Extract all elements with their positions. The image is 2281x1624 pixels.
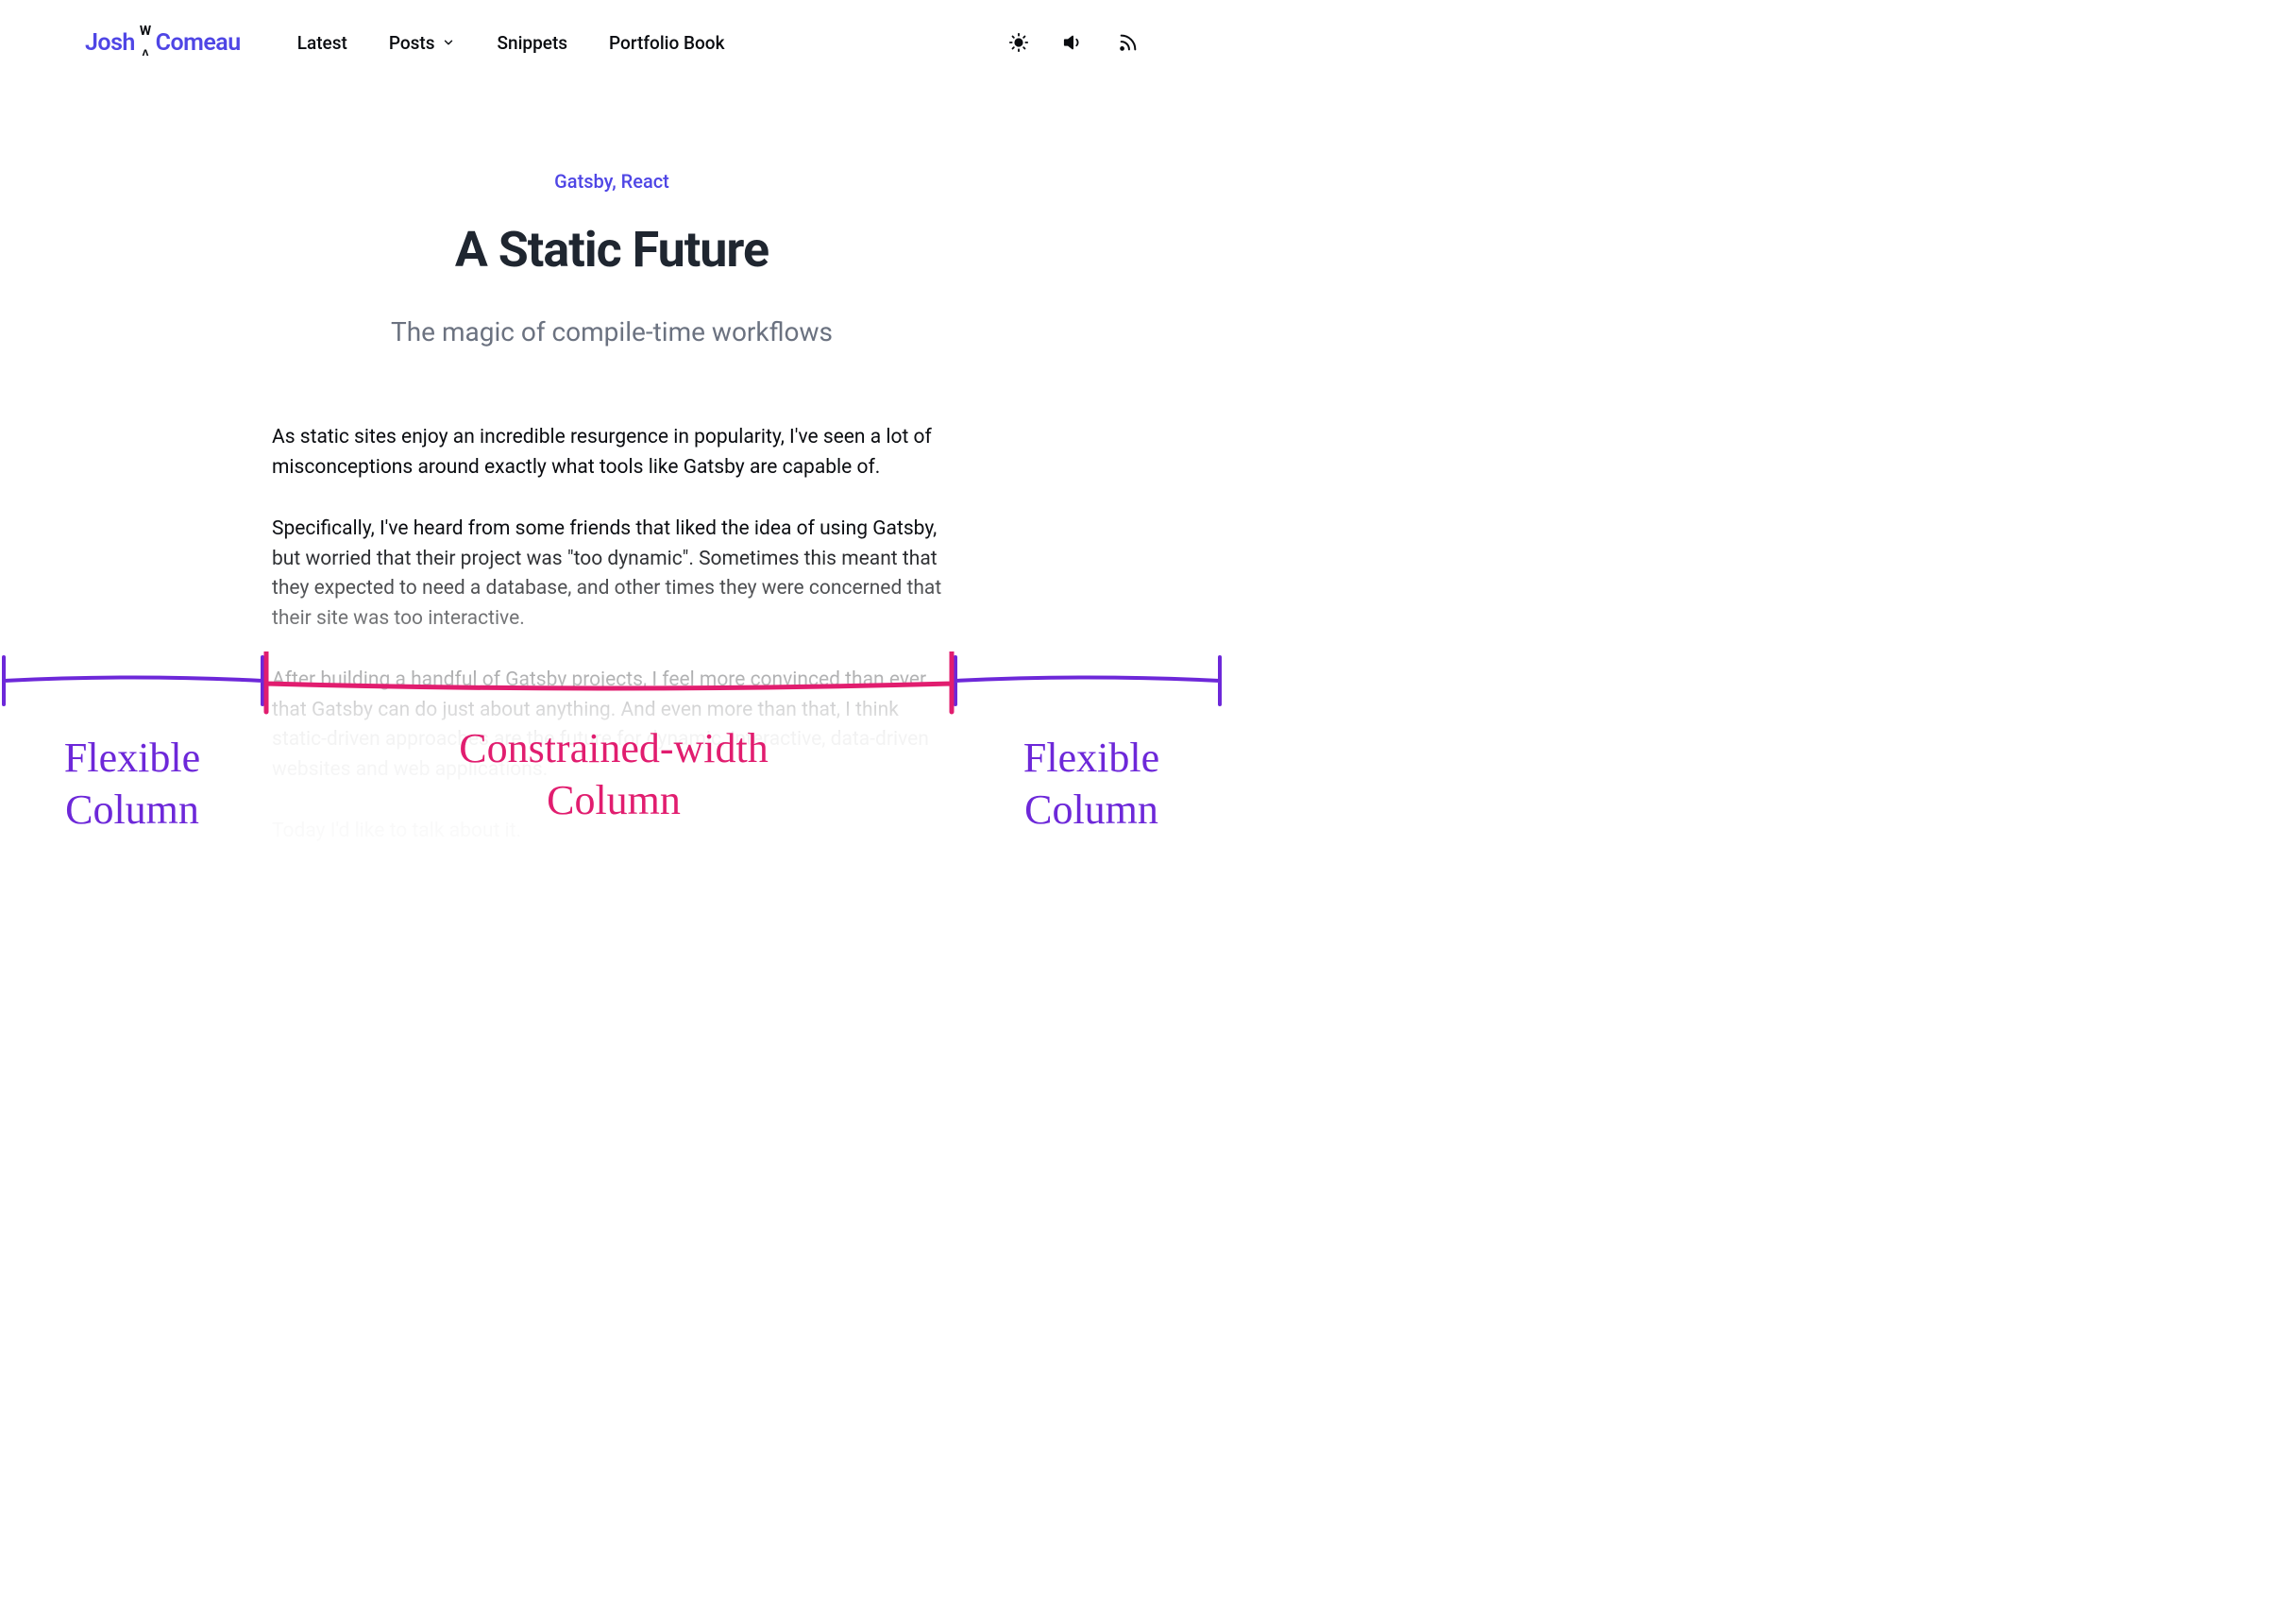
logo-first: Josh <box>85 29 135 57</box>
nav-posts[interactable]: Posts <box>389 32 456 54</box>
article-body: As static sites enjoy an incredible resu… <box>272 423 952 847</box>
logo-glyph: W ʌ <box>140 25 151 47</box>
nav-snippets[interactable]: Snippets <box>497 32 567 54</box>
paragraph: After building a handful of Gatsby proje… <box>272 666 952 785</box>
nav-posts-label: Posts <box>389 32 435 54</box>
primary-nav: Latest Posts Snippets Portfolio Book <box>297 32 725 54</box>
logo-last: Comeau <box>156 29 241 57</box>
article-categories[interactable]: Gatsby, React <box>0 170 1224 193</box>
article-title: A Static Future <box>0 221 1224 279</box>
site-logo[interactable]: Josh W ʌ Comeau <box>85 29 241 57</box>
paragraph: Today I'd like to talk about it. <box>272 817 952 847</box>
sound-toggle-icon[interactable] <box>1063 32 1084 53</box>
theme-toggle-icon[interactable] <box>1008 32 1029 53</box>
rss-icon[interactable] <box>1118 32 1139 53</box>
nav-portfolio-book[interactable]: Portfolio Book <box>609 32 724 54</box>
paragraph: As static sites enjoy an incredible resu… <box>272 423 952 482</box>
annotation-left-label: Flexible Column <box>38 732 227 836</box>
chevron-down-icon <box>442 32 455 54</box>
nav-latest[interactable]: Latest <box>297 32 347 54</box>
article-subtitle: The magic of compile-time workflows <box>0 316 1224 347</box>
annotation-right-label: Flexible Column <box>997 732 1186 836</box>
paragraph: Specifically, I've heard from some frien… <box>272 515 952 634</box>
